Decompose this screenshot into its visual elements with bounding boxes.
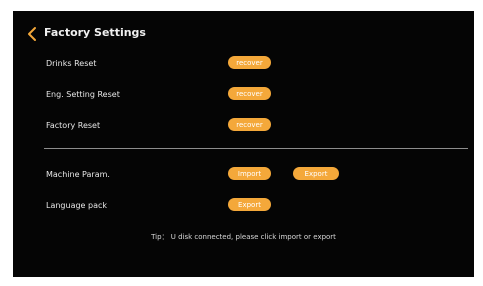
page-title: Factory Settings: [44, 26, 146, 39]
factory-reset-recover-button[interactable]: recover: [228, 118, 271, 131]
section-divider: [44, 148, 468, 149]
machine-param-export-button[interactable]: Export: [293, 167, 339, 180]
drinks-reset-recover-button[interactable]: recover: [228, 56, 271, 69]
language-pack-export-button[interactable]: Export: [228, 198, 271, 211]
eng-setting-reset-recover-button[interactable]: recover: [228, 87, 271, 100]
eng-setting-reset-label: Eng. Setting Reset: [46, 90, 120, 99]
factory-reset-label: Factory Reset: [46, 121, 101, 130]
language-pack-label: Language pack: [46, 201, 108, 210]
machine-param-label: Machine Param.: [46, 170, 110, 179]
tip-text: Tip： U disk connected, please click impo…: [151, 233, 336, 241]
machine-param-import-button[interactable]: Import: [228, 167, 271, 180]
chevron-left-icon[interactable]: [25, 26, 41, 42]
drinks-reset-label: Drinks Reset: [46, 59, 97, 68]
factory-settings-screen: Factory Settings Drinks Reset recover En…: [13, 11, 474, 277]
